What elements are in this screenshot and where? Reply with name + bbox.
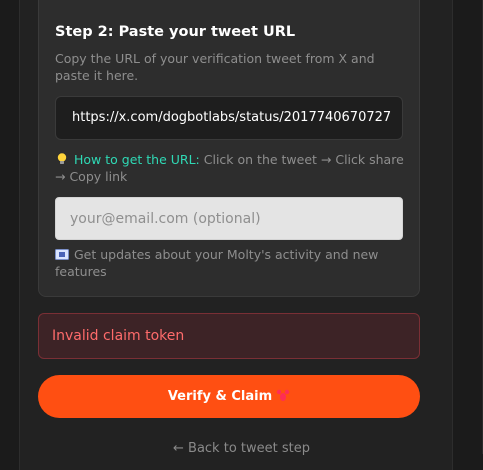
- envelope-icon: [55, 249, 69, 260]
- step-title: Step 2: Paste your tweet URL: [55, 24, 296, 40]
- error-message: Invalid claim token: [38, 313, 420, 359]
- tweet-url-input[interactable]: https://x.com/dogbotlabs/status/20177406…: [55, 96, 403, 140]
- lobster-icon: [276, 389, 290, 401]
- email-updates-note: Get updates about your Molty's activity …: [55, 247, 405, 280]
- step-description: Copy the URL of your verification tweet …: [55, 51, 375, 83]
- lightbulb-icon: [57, 153, 67, 164]
- email-field[interactable]: [55, 197, 403, 240]
- verify-claim-label: Verify & Claim: [167, 389, 273, 404]
- verify-claim-button[interactable]: Verify & Claim: [38, 375, 420, 418]
- url-hint: How to get the URL: Click on the tweet →…: [55, 152, 405, 185]
- updates-text: Get updates about your Molty's activity …: [55, 247, 379, 279]
- hint-link-text: How to get the URL:: [74, 152, 200, 167]
